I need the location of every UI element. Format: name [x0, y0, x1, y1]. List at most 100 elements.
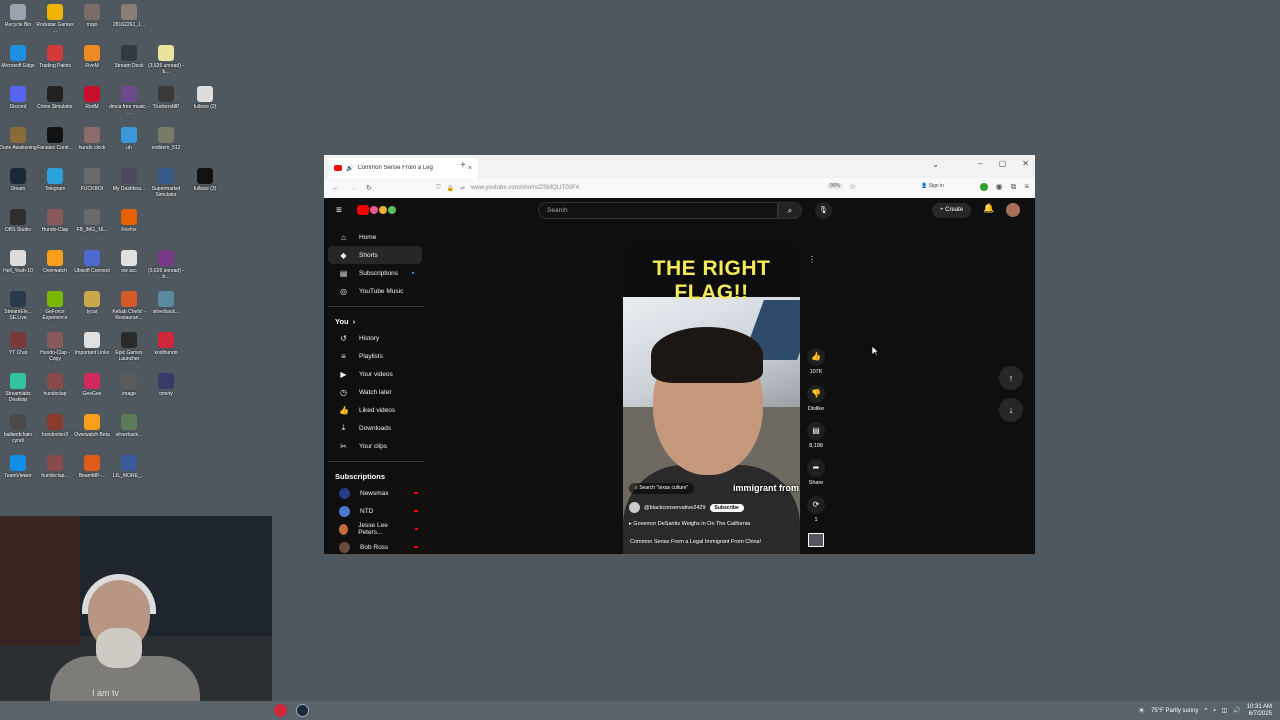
- browser-tab[interactable]: 🔊 Common Sense From a Leg ×: [328, 158, 478, 178]
- sidebar-item-watch-later[interactable]: ◷ Watch later: [328, 383, 422, 401]
- sidebar-item-your-clips[interactable]: ✂ Your clips: [328, 437, 422, 455]
- desktop-icon[interactable]: OBS Studio: [0, 209, 38, 233]
- clock[interactable]: 10:31 AM 6/7/2025: [1247, 704, 1272, 718]
- desktop-icon[interactable]: emblem_512: [146, 127, 186, 151]
- desktop-icon[interactable]: TruckersMP: [146, 86, 186, 110]
- desktop-icon[interactable]: Epic Games Launcher: [109, 332, 149, 362]
- sidebar-item-youtube-music[interactable]: ◎ YouTube Music: [328, 282, 422, 300]
- voice-search-button[interactable]: 🎙: [815, 202, 832, 219]
- remix-button[interactable]: ⟳ 1: [805, 496, 827, 523]
- desktop-icon[interactable]: Hundo-Clap: [35, 209, 75, 233]
- menu-icon[interactable]: ≡: [1024, 182, 1029, 192]
- sidebar-item-playlists[interactable]: ≡ Playlists: [328, 347, 422, 365]
- desktop-icon[interactable]: Fanatec Contr...: [35, 127, 75, 151]
- subscription-item[interactable]: NTD: [328, 502, 428, 520]
- previous-short-button[interactable]: ↑: [999, 366, 1023, 390]
- desktop-icon[interactable]: Kebab Chefs! - Restauran...: [109, 291, 149, 321]
- network-icon[interactable]: ◫: [1221, 707, 1227, 714]
- close-tab-icon[interactable]: ×: [468, 165, 472, 172]
- search-button[interactable]: ⌕: [778, 202, 802, 219]
- close-window-button[interactable]: ✕: [1022, 159, 1029, 168]
- like-button[interactable]: 👍 107K: [805, 348, 827, 375]
- back-icon[interactable]: ←: [332, 185, 339, 192]
- desktop-icon[interactable]: hundo clock: [72, 127, 112, 151]
- sidebar-item-liked-videos[interactable]: 👍 Liked videos: [328, 401, 422, 419]
- related-video-link[interactable]: ▸ Governor DeSantis Weighs in On The Cal…: [629, 521, 750, 527]
- sidebar-you-heading[interactable]: You ›: [324, 313, 428, 329]
- desktop-icon[interactable]: hundoclap...: [35, 455, 75, 479]
- sidebar-item-home[interactable]: ⌂ Home: [328, 228, 422, 246]
- minimize-button[interactable]: –: [978, 159, 982, 168]
- next-short-button[interactable]: ↓: [999, 398, 1023, 422]
- desktop-icon[interactable]: LIL_MORE_...: [109, 455, 149, 479]
- dislike-button[interactable]: 👎 Dislike: [805, 385, 827, 412]
- desktop-icon[interactable]: TeamViewer: [0, 455, 38, 479]
- desktop-icon[interactable]: 28162261_1...: [109, 4, 149, 28]
- sidebar-item-subscriptions[interactable]: ▤ Subscriptions: [328, 264, 422, 282]
- desktop-icon[interactable]: Supermarket Simulator: [146, 168, 186, 198]
- desktop-icon[interactable]: (3,626 unread) - b...: [146, 250, 186, 280]
- tray-app-icon[interactable]: ▪: [1213, 708, 1215, 714]
- desktop-icon[interactable]: Crime Simulator: [35, 86, 75, 110]
- desktop-icon[interactable]: GeForce Experience: [35, 291, 75, 321]
- avatar[interactable]: [1006, 203, 1020, 217]
- account-icon[interactable]: ◉: [996, 182, 1003, 192]
- bookmark-star-icon[interactable]: ☆: [849, 182, 856, 191]
- subscribe-button[interactable]: Subscribe: [709, 503, 744, 512]
- desktop-icon[interactable]: silverback...: [109, 414, 149, 438]
- subscription-item[interactable]: Bob Ross: [328, 538, 428, 554]
- desktop-icon[interactable]: Microsoft Edge: [0, 45, 38, 69]
- desktop-icon[interactable]: tycar: [72, 291, 112, 315]
- desktop-icon[interactable]: Hell_Yeah-10: [0, 250, 38, 274]
- desktop-icon[interactable]: Rockstar Games ...: [35, 4, 75, 34]
- more-options-icon[interactable]: ⋮: [808, 255, 816, 264]
- sidebar-item-history[interactable]: ↺ History: [328, 329, 422, 347]
- weather-text[interactable]: 75°F Partly sunny: [1151, 708, 1198, 714]
- desktop-icon[interactable]: hundoclap: [35, 373, 75, 397]
- list-tabs-chevron-icon[interactable]: ⌄: [932, 160, 939, 169]
- address-bar[interactable]: ⛉ 🔒 ⇌ www.youtube.com/shorts/ZSMQLtT00F4: [436, 182, 856, 194]
- desktop-icon[interactable]: FUCKBOI: [72, 168, 112, 192]
- subscription-item[interactable]: Jesse Lee Peters...: [328, 520, 428, 538]
- desktop-icon[interactable]: BeamMP-...: [72, 455, 112, 479]
- desktop-icon[interactable]: koolhundo: [146, 332, 186, 356]
- reload-icon[interactable]: ↻: [366, 184, 372, 192]
- desktop-icon[interactable]: uh: [109, 127, 149, 151]
- search-input[interactable]: Search: [538, 202, 778, 219]
- desktop-icon[interactable]: hundostier3: [35, 414, 75, 438]
- desktop-icon[interactable]: Ubisoft Connect: [72, 250, 112, 274]
- youtube-logo[interactable]: [357, 205, 399, 216]
- desktop-icon[interactable]: Telegram: [35, 168, 75, 192]
- desktop-icon[interactable]: Overwatch Beta: [72, 414, 112, 438]
- sound-thumbnail[interactable]: [805, 533, 827, 547]
- comments-button[interactable]: ▤ 8,198: [805, 422, 827, 449]
- sidebar-item-shorts[interactable]: ◆ Shorts: [328, 246, 422, 264]
- extension-icon[interactable]: [979, 183, 988, 191]
- desktop-icon[interactable]: Hundo-Clap - Copy: [35, 332, 75, 362]
- share-button[interactable]: ➦ Share: [805, 459, 827, 486]
- zoom-level[interactable]: 90%: [827, 183, 844, 189]
- desktop-icon[interactable]: Dune Awakening: [0, 127, 38, 151]
- desktop-icon[interactable]: Firefox: [109, 209, 149, 233]
- volume-icon[interactable]: 🔊: [1233, 707, 1240, 714]
- chevron-up-icon[interactable]: ^: [1205, 708, 1208, 714]
- desktop-icon[interactable]: (3,626 unread) - b...: [146, 45, 186, 75]
- sidebar-item-downloads[interactable]: ⤓ Downloads: [328, 419, 422, 437]
- notifications-bell-icon[interactable]: 🔔: [983, 203, 994, 214]
- desktop-icon[interactable]: mojo: [72, 4, 112, 28]
- desktop-icon[interactable]: StreamEle... SE.Live: [0, 291, 38, 321]
- desktop-icon[interactable]: dmca free music - ...: [109, 86, 149, 116]
- create-button[interactable]: + Create: [932, 203, 972, 218]
- video-title[interactable]: Common Sense From a Legal Immigrant From…: [630, 539, 761, 545]
- desktop-icon[interactable]: ballandchain cyndi: [0, 414, 38, 444]
- desktop-icon[interactable]: fullsize (3): [185, 168, 225, 192]
- desktop-icon[interactable]: Streamlabs Desktop: [0, 373, 38, 403]
- channel-handle[interactable]: @blackconservative2429: [644, 505, 706, 511]
- sidebar-item-your-videos[interactable]: ▶ Your videos: [328, 365, 422, 383]
- desktop-icon[interactable]: YT Chat: [0, 332, 38, 356]
- taskbar-app-icon[interactable]: [274, 704, 287, 717]
- desktop-icon[interactable]: Important Links: [72, 332, 112, 356]
- desktop-icon[interactable]: RedM: [72, 86, 112, 110]
- desktop-icon[interactable]: omety: [146, 373, 186, 397]
- maximize-button[interactable]: ▢: [999, 159, 1007, 168]
